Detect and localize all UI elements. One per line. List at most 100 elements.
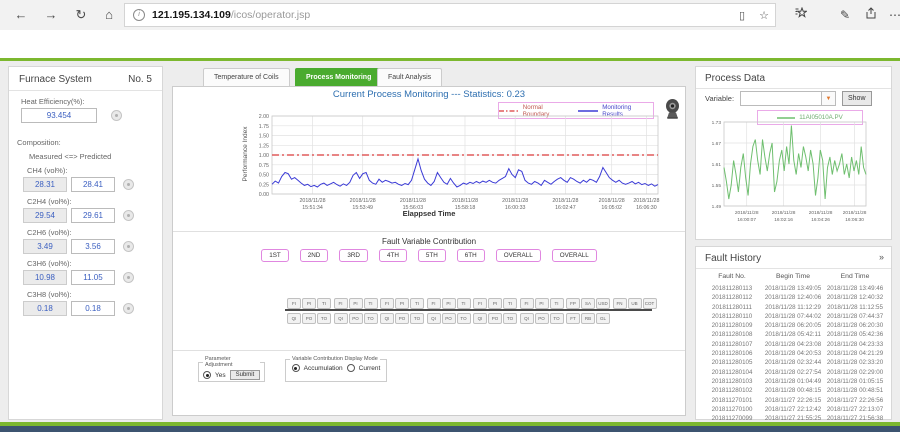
fault-contribution-button[interactable]: OVERALL — [496, 249, 541, 262]
refresh-icon[interactable]: ↻ — [70, 5, 92, 25]
variable-tile[interactable]: FP — [566, 298, 580, 309]
heat-efficiency-value[interactable]: 93.454 — [21, 108, 97, 123]
fault-contribution-button[interactable]: OVERALL — [552, 249, 597, 262]
back-icon[interactable]: ← — [10, 5, 32, 25]
variable-tile[interactable]: FI — [287, 298, 301, 309]
variable-tile[interactable]: QI — [427, 313, 441, 324]
variable-tile[interactable]: TO — [317, 313, 331, 324]
fault-history-row[interactable]: 2018112701012018/11/27 22:26:152018/11/2… — [703, 396, 885, 405]
favorite-star-icon[interactable]: ☆ — [753, 9, 775, 22]
fault-history-row[interactable]: 2018112801042018/11/28 02:27:542018/11/2… — [703, 368, 885, 377]
variable-tile[interactable]: RB — [581, 313, 595, 324]
fault-history-row[interactable]: 2018112801082018/11/28 05:42:112018/11/2… — [703, 330, 885, 339]
predicted-value-box[interactable]: 0.18 — [71, 301, 115, 316]
variable-tile[interactable]: FI — [473, 298, 487, 309]
variable-tile[interactable]: PO — [349, 313, 363, 324]
variable-tile[interactable]: PI — [535, 298, 549, 309]
accumulation-radio[interactable] — [292, 364, 300, 372]
fault-contribution-button[interactable]: 4TH — [379, 249, 407, 262]
site-info-icon[interactable]: i — [133, 9, 145, 21]
variable-tile[interactable]: TO — [364, 313, 378, 324]
fault-contribution-button[interactable]: 1ST — [261, 249, 289, 262]
fault-history-row[interactable]: 2018112801112018/11/28 11:12:292018/11/2… — [703, 303, 885, 312]
pen-annotate-icon[interactable]: ✎ — [834, 5, 856, 25]
predicted-value-box[interactable]: 3.56 — [71, 239, 115, 254]
variable-tile[interactable]: PO — [395, 313, 409, 324]
variable-tile[interactable]: QI — [473, 313, 487, 324]
variable-tile[interactable]: FI — [380, 298, 394, 309]
variable-tile[interactable]: FI — [427, 298, 441, 309]
variable-tile[interactable]: PI — [488, 298, 502, 309]
gear-icon[interactable] — [123, 272, 134, 283]
tab-process-monitoring[interactable]: Process Monitoring — [295, 68, 382, 87]
hub-favorites-icon[interactable] — [790, 5, 812, 25]
predicted-value-box[interactable]: 28.41 — [71, 177, 115, 192]
more-menu-icon[interactable]: ⋯ — [884, 5, 900, 25]
variable-tile[interactable]: TI — [550, 298, 564, 309]
fault-history-row[interactable]: 2018112801122018/11/28 12:40:062018/11/2… — [703, 293, 885, 302]
predicted-value-box[interactable]: 29.61 — [71, 208, 115, 223]
url-text[interactable]: 121.195.134.109/icos/operator.jsp — [152, 9, 310, 21]
variable-tile[interactable]: TO — [550, 313, 564, 324]
variable-tile[interactable]: COT — [643, 298, 657, 309]
forward-icon[interactable]: → — [40, 5, 62, 25]
variable-tile[interactable]: USD — [596, 298, 610, 309]
variable-tile[interactable]: FI — [334, 298, 348, 309]
current-radio[interactable] — [347, 364, 355, 372]
gear-icon[interactable] — [123, 210, 134, 221]
variable-select[interactable]: ▼ — [740, 91, 836, 106]
variable-tile[interactable]: SA — [581, 298, 595, 309]
yes-radio[interactable] — [203, 371, 211, 379]
predicted-value-box[interactable]: 11.05 — [71, 270, 115, 285]
variable-tile[interactable]: TO — [503, 313, 517, 324]
fault-history-row[interactable]: 2018112801032018/11/28 01:04:492018/11/2… — [703, 377, 885, 386]
variable-tile[interactable]: TI — [457, 298, 471, 309]
variable-tile[interactable]: PO — [442, 313, 456, 324]
fault-contribution-button[interactable]: 5TH — [418, 249, 446, 262]
variable-tile[interactable]: FN — [613, 298, 627, 309]
fault-history-row[interactable]: 2018112801022018/11/28 00:48:152018/11/2… — [703, 386, 885, 395]
fault-history-row[interactable]: 2018112801052018/11/28 02:32:442018/11/2… — [703, 358, 885, 367]
share-icon[interactable] — [860, 5, 882, 25]
variable-tile[interactable]: PO — [488, 313, 502, 324]
fault-history-row[interactable]: 2018112801102018/11/28 07:44:022018/11/2… — [703, 312, 885, 321]
fault-history-row[interactable]: 2018112701002018/11/27 22:12:422018/11/2… — [703, 405, 885, 414]
variable-tile[interactable]: PO — [302, 313, 316, 324]
fault-contribution-button[interactable]: 2ND — [300, 249, 329, 262]
variable-tile[interactable]: TI — [410, 298, 424, 309]
variable-tile[interactable]: QI — [334, 313, 348, 324]
variable-tile[interactable]: TI — [317, 298, 331, 309]
variable-tile[interactable]: TO — [410, 313, 424, 324]
variable-tile[interactable]: QI — [520, 313, 534, 324]
fault-contribution-button[interactable]: 3RD — [339, 249, 368, 262]
home-icon[interactable]: ⌂ — [98, 5, 120, 25]
variable-tile[interactable]: TI — [364, 298, 378, 309]
variable-tile[interactable]: PI — [349, 298, 363, 309]
variable-tile[interactable]: TI — [503, 298, 517, 309]
tab-temperature-of-coils[interactable]: Temperature of Coils — [203, 68, 290, 87]
show-button[interactable]: Show — [842, 91, 872, 106]
fault-history-row[interactable]: 2018112801092018/11/28 06:20:052018/11/2… — [703, 321, 885, 330]
address-bar[interactable]: i 121.195.134.109/icos/operator.jsp ▯ ☆ — [124, 3, 776, 27]
fault-history-row[interactable]: 2018112801062018/11/28 04:20:532018/11/2… — [703, 349, 885, 358]
variable-tile[interactable]: GL — [596, 313, 610, 324]
submit-button[interactable]: Submit — [230, 370, 261, 380]
reading-view-icon[interactable]: ▯ — [731, 9, 753, 22]
variable-tile[interactable]: TO — [457, 313, 471, 324]
variable-tile[interactable]: PI — [395, 298, 409, 309]
variable-tile[interactable]: QI — [287, 313, 301, 324]
variable-tile[interactable]: QI — [380, 313, 394, 324]
tab-fault-analysis[interactable]: Fault Analysis — [377, 68, 442, 87]
variable-tile[interactable]: UB — [628, 298, 642, 309]
gear-icon[interactable] — [111, 110, 122, 121]
variable-tile[interactable]: PI — [302, 298, 316, 309]
dropdown-arrow-icon[interactable]: ▼ — [821, 92, 835, 105]
fault-contribution-button[interactable]: 6TH — [457, 249, 485, 262]
fault-history-row[interactable]: 2018112801132018/11/28 13:49:052018/11/2… — [703, 284, 885, 293]
gear-icon[interactable] — [123, 303, 134, 314]
variable-tile[interactable]: FI — [520, 298, 534, 309]
fault-history-row[interactable]: 2018112801072018/11/28 04:23:082018/11/2… — [703, 340, 885, 349]
gear-icon[interactable] — [123, 179, 134, 190]
gear-icon[interactable] — [123, 241, 134, 252]
fault-history-more-button[interactable]: ›› — [879, 252, 883, 262]
